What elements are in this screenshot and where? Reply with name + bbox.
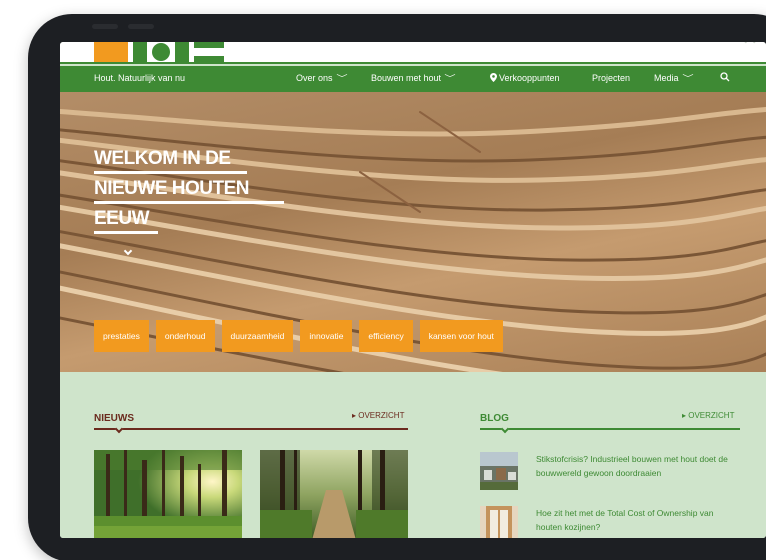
chevron-down-icon: ﹀ [335, 74, 348, 83]
tag-innovatie[interactable]: innovatie [300, 320, 353, 352]
site-logo[interactable] [94, 42, 224, 64]
headline-line: NIEUWE HOUTEN [94, 178, 250, 199]
blog-heading: BLOG [480, 413, 509, 424]
hero-banner: WELKOM IN DE NIEUWE HOUTEN EEUW prestati… [60, 92, 766, 372]
nav-item-label: Bouwen met hout [371, 73, 442, 83]
tag-prestaties[interactable]: prestaties [94, 320, 149, 352]
headline-line: WELKOM IN DE [94, 148, 231, 169]
news-image[interactable] [94, 450, 242, 538]
nav-item-label: Projecten [592, 73, 631, 83]
news-divider-notch [114, 424, 124, 434]
blog-post[interactable]: Hoe zit het met de Total Cost of Ownersh… [480, 506, 760, 538]
content-area: NIEUWS ▸ OVERZICHT BLOG ▸ OVERZICHT Stik… [60, 372, 766, 538]
news-overview-link[interactable]: ▸ OVERZICHT [352, 411, 404, 420]
nav-item-bouwen-met-hout[interactable]: Bouwen met hout ﹀ [371, 73, 456, 84]
nav-item-over-ons[interactable]: Over ons ﹀ [296, 73, 348, 84]
location-pin-icon [490, 73, 497, 82]
chevron-down-icon: ﹀ [681, 74, 694, 83]
chevron-down-icon: ﹀ [444, 74, 456, 83]
headline-underline [94, 171, 247, 174]
blog-post-title[interactable]: Hoe zit het met de Total Cost of Ownersh… [536, 506, 740, 534]
corner-marker [744, 42, 756, 48]
nav-item-label: Verkooppunten [499, 73, 560, 83]
blog-thumbnail [480, 452, 518, 490]
main-nav: Hout. Natuurlijk van nu Over ons ﹀ Bouwen… [60, 66, 766, 92]
news-heading: NIEUWS [94, 413, 134, 424]
headline-underline [94, 231, 158, 234]
wooden-window-photo [480, 506, 518, 538]
headline-line: EEUW [94, 208, 150, 229]
blog-post-title[interactable]: Stikstofcrisis? Industrieel bouwen met h… [536, 452, 740, 480]
nav-item-label: Over ons [296, 73, 333, 83]
search-icon [720, 72, 730, 82]
news-divider [94, 428, 408, 430]
logo-bar [60, 42, 766, 64]
blog-divider-notch [500, 424, 510, 434]
forest-sunlight-photo [94, 450, 242, 538]
nav-item-verkooppunten[interactable]: Verkooppunten [490, 73, 560, 83]
forest-path-photo [260, 450, 408, 538]
hero-headline: WELKOM IN DE NIEUWE HOUTEN EEUW [94, 148, 334, 256]
nav-item-projecten[interactable]: Projecten [592, 73, 630, 83]
houses-photo [480, 452, 518, 490]
blog-overview-link[interactable]: ▸ OVERZICHT [682, 411, 734, 420]
tablet-button [92, 24, 118, 29]
tag-kansen-voor-hout[interactable]: kansen voor hout [419, 320, 503, 352]
blog-thumbnail [480, 506, 518, 538]
nav-item-media[interactable]: Media ﹀ [654, 73, 694, 84]
blog-divider [480, 428, 740, 430]
nav-item-label: Media [654, 73, 679, 83]
tag-duurzaamheid[interactable]: duurzaamheid [221, 320, 294, 352]
blog-post[interactable]: Stikstofcrisis? Industrieel bouwen met h… [480, 452, 760, 492]
topic-tags: prestaties onderhoud duurzaamheid innova… [94, 320, 503, 352]
site-tagline: Hout. Natuurlijk van nu [94, 73, 186, 83]
tag-efficiency[interactable]: efficiency [359, 320, 413, 352]
tablet-button [128, 24, 154, 29]
headline-underline [94, 201, 284, 204]
website-screen: Hout. Natuurlijk van nu Over ons ﹀ Bouwen… [60, 42, 766, 538]
search-button[interactable] [720, 72, 730, 84]
tag-onderhoud[interactable]: onderhoud [155, 320, 215, 352]
news-image[interactable] [260, 450, 408, 538]
